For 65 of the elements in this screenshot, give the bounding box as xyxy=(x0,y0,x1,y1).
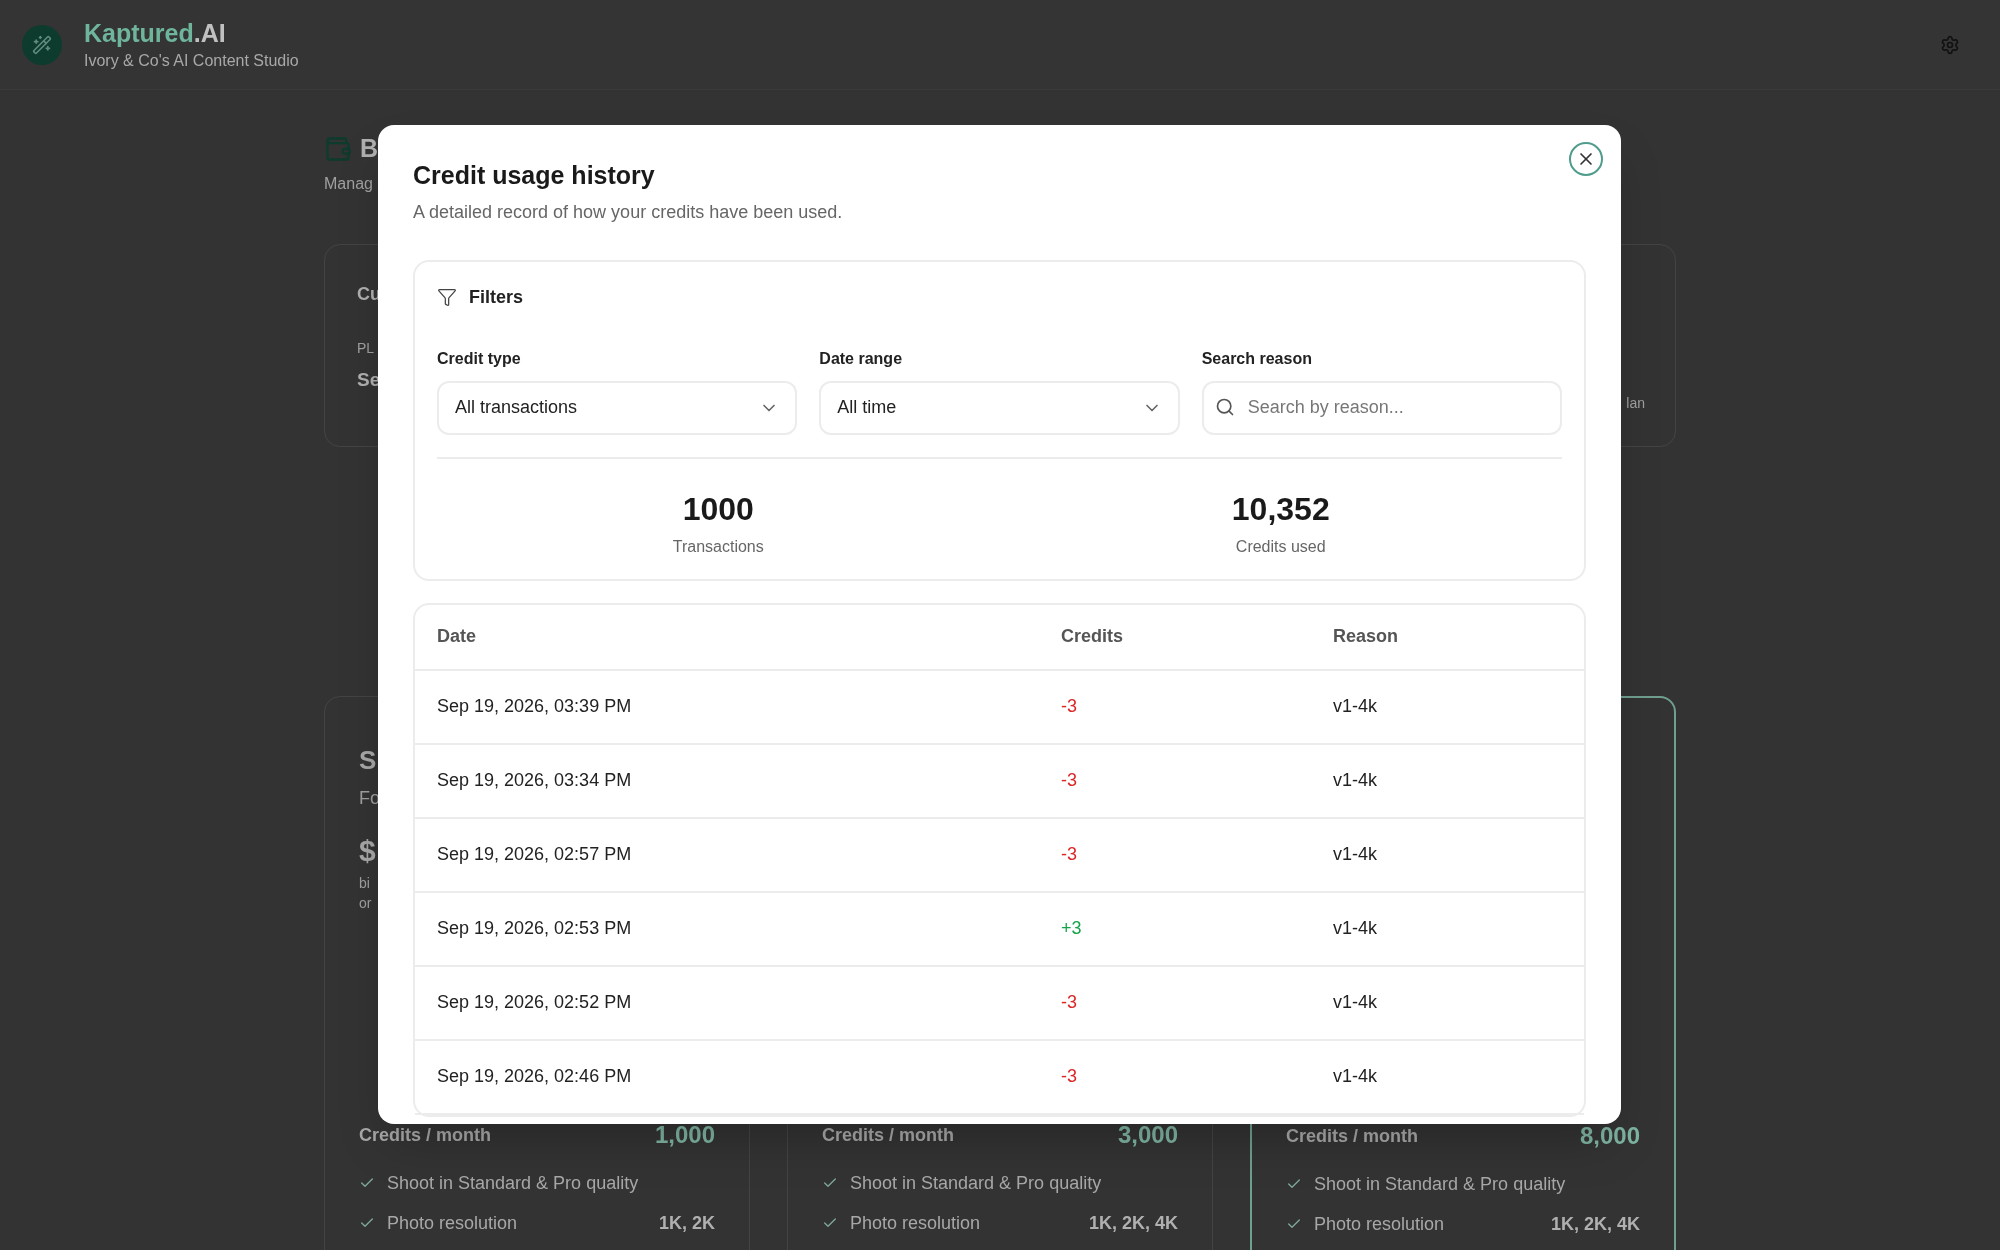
date-cell-text: Sep 19, 2026, 03:39 PM xyxy=(437,695,633,718)
close-button[interactable] xyxy=(1569,142,1603,176)
reason-cell-text: v1-4k xyxy=(1333,991,1377,1014)
logo-icon xyxy=(22,24,62,65)
brand-subtitle: Ivory & Co's AI Content Studio xyxy=(84,50,299,71)
credits-label: Credits / month xyxy=(1286,1124,1418,1148)
feature-value: 1K, 2K xyxy=(658,1211,715,1235)
stat-label: Transactions xyxy=(672,536,764,557)
date-cell-text: Sep 19, 2026, 02:46 PM xyxy=(437,1065,633,1088)
plan-name: S xyxy=(359,743,377,777)
dialog-subtitle: A detailed record of how your credits have been used. xyxy=(413,200,844,224)
date-cell-text: Sep 19, 2026, 02:57 PM xyxy=(437,843,633,866)
credits-label: Credits / month xyxy=(359,1123,491,1147)
date-cell-text: Sep 19, 2026, 03:34 PM xyxy=(437,769,633,792)
reason-cell-text: v1-4k xyxy=(1333,917,1377,940)
feature-label: Photo resolution xyxy=(387,1211,518,1235)
field-label: Credit type xyxy=(437,348,522,369)
feature-value: 1K, 2K, 4K xyxy=(1088,1211,1178,1235)
feature-label: Shoot in Standard & Pro quality xyxy=(1314,1172,1566,1196)
field-label: Date range xyxy=(819,348,904,369)
select-field[interactable]: All transactions xyxy=(437,380,798,435)
stat-value: 1000 xyxy=(682,490,754,527)
reason-cell-text: v1-4k xyxy=(1333,695,1377,718)
page-title: B xyxy=(360,133,379,164)
credits-cell-text: -3 xyxy=(1061,1065,1078,1088)
column-header: Date xyxy=(437,625,477,648)
reason-cell-text: v1-4k xyxy=(1333,769,1377,792)
search-field[interactable]: Search by reason... xyxy=(1201,380,1562,435)
feature-label: Photo resolution xyxy=(1314,1212,1445,1236)
filter-icon xyxy=(437,287,457,307)
feature-value: 1K, 2K, 4K xyxy=(1550,1212,1640,1236)
credits-value: 8,000 xyxy=(1579,1123,1640,1148)
credits-label: Credits / month xyxy=(822,1123,954,1147)
feature-label: Shoot in Standard & Pro quality xyxy=(387,1171,639,1195)
page-subtitle: Manag xyxy=(324,173,373,194)
credits-value: 1,000 xyxy=(654,1122,715,1147)
date-cell-text: Sep 19, 2026, 02:52 PM xyxy=(437,991,633,1014)
credits-cell-text: -3 xyxy=(1061,991,1078,1014)
select-field[interactable]: All time xyxy=(819,380,1180,435)
plan-value: Se xyxy=(357,367,381,392)
feature-label: Photo resolution xyxy=(850,1211,981,1235)
credits-cell-text: -3 xyxy=(1061,695,1078,718)
plan-label: PL xyxy=(357,338,375,358)
wallet-icon xyxy=(324,134,352,163)
brand-name: Kaptured.AI xyxy=(84,17,227,49)
plan-note: lan xyxy=(1626,393,1645,413)
credits-cell-text: +3 xyxy=(1061,917,1083,940)
price-note: or xyxy=(359,893,372,913)
filters-title: Filters xyxy=(469,285,524,309)
credits-cell-text: -3 xyxy=(1061,769,1078,792)
stat-label: Credits used xyxy=(1235,536,1326,557)
stat-value: 10,352 xyxy=(1231,490,1330,527)
column-header: Reason xyxy=(1333,625,1399,648)
credits-value: 3,000 xyxy=(1117,1122,1178,1147)
field-label: Search reason xyxy=(1201,348,1313,369)
date-cell-text: Sep 19, 2026, 02:53 PM xyxy=(437,917,633,940)
price-note: bi xyxy=(359,873,370,893)
credits-cell-text: -3 xyxy=(1061,843,1078,866)
reason-cell-text: v1-4k xyxy=(1333,1065,1377,1088)
feature-label: Shoot in Standard & Pro quality xyxy=(850,1171,1102,1195)
column-header: Credits xyxy=(1061,625,1124,648)
dialog-title: Credit usage history xyxy=(413,160,656,191)
reason-cell-text: v1-4k xyxy=(1333,843,1377,866)
search-icon xyxy=(1214,396,1235,417)
plan-price: $ xyxy=(359,832,376,869)
